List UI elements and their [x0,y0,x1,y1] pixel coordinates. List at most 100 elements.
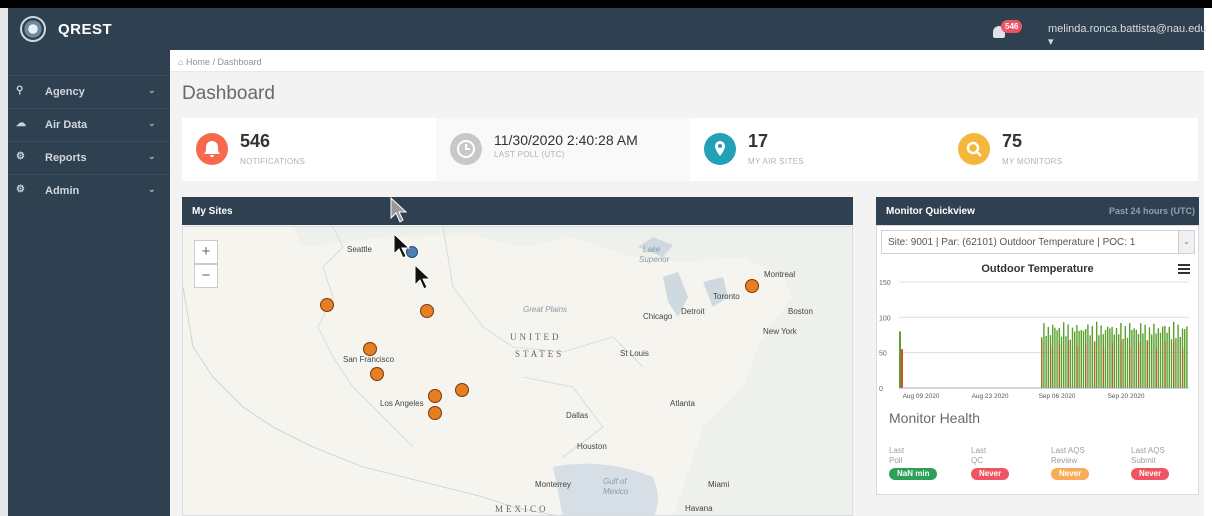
chart-bar [1112,342,1113,388]
map-label-atlanta: Atlanta [670,399,695,408]
notification-badge: 546 [1001,20,1023,33]
sidebar-item-air-data[interactable]: ☁ Air Data ⌄ [8,108,170,141]
sidebar-item-agency[interactable]: ⚲ Agency ⌄ [8,75,170,108]
chart-bar [1177,324,1179,388]
chart-bar [1133,328,1135,388]
health-label-line: QC [971,456,983,465]
chart-bar [1080,330,1082,388]
sidebar-item-admin[interactable]: ⚙ Admin ⌄ [8,174,170,207]
site-marker[interactable] [428,389,442,403]
notifications-button[interactable]: 546 [993,20,1023,42]
site-marker[interactable] [370,367,384,381]
stat-value: 17 [748,131,769,151]
sidebar-item-reports[interactable]: ⚙ Reports ⌄ [8,141,170,174]
chart-bar [901,349,903,388]
chart-bar [1131,329,1133,388]
bell-icon [196,133,228,165]
chart-bar [1113,334,1115,388]
chart-bar [1173,341,1175,388]
chart-bar [1104,329,1107,388]
map-label-dallas: Dallas [566,411,589,420]
chart-bar [1120,341,1122,388]
chevron-down-icon: ⌄ [148,184,156,194]
chart-bar [1074,331,1076,388]
map-label-united: UNITED [510,332,562,342]
chart-bar [1052,324,1054,388]
chart-bar [1103,346,1105,388]
chart-bar [1157,328,1159,388]
chart-bar [1115,328,1118,388]
map-label-detroit: Detroit [681,307,705,316]
breadcrumb-home-link[interactable]: Home [186,57,210,67]
chart-bar [1043,323,1045,388]
stat-card-last-poll[interactable]: 11/30/2020 2:40:28 AM LAST POLL (UTC) [436,118,690,181]
chart-bar [1175,338,1177,388]
stat-label: NOTIFICATIONS [240,157,306,166]
chart-bar [1168,326,1170,388]
stat-card-monitors[interactable]: 75 MY MONITORS [944,118,1198,181]
search-icon [958,133,990,165]
mouse-cursor-icon [390,196,408,223]
health-title: Monitor Health [889,410,981,426]
chart-bar [1091,326,1093,388]
zoom-in-button[interactable]: + [194,240,218,264]
stat-label: MY AIR SITES [748,157,804,166]
monitor-select-value: Site: 9001 | Par: (62101) Outdoor Temper… [888,237,1136,248]
chart-bar [1166,332,1168,388]
sites-map[interactable]: + − Seattle Lake Superior Montreal Toron… [182,226,853,516]
breadcrumb: ⌂ Home / Dashboard [170,50,1204,72]
health-label-line: Last [889,446,905,455]
stat-card-air-sites[interactable]: 17 MY AIR SITES [690,118,944,181]
x-tick-label: Aug 09 2020 [903,393,940,400]
chart-bar [1087,324,1089,388]
site-marker[interactable] [745,279,759,293]
chart-bar [1076,345,1078,388]
brand[interactable]: QREST [20,16,112,42]
map-basemap [183,227,852,515]
monitor-select[interactable]: Site: 9001 | Par: (62101) Outdoor Temper… [881,230,1195,254]
map-label-great-plains: Great Plains [523,305,568,314]
site-marker[interactable] [363,342,377,356]
window-left-edge [0,8,8,516]
chart-bar [1098,335,1100,388]
chart-bar [1050,345,1052,388]
y-tick-label: 150 [879,280,891,287]
status-badge: Never [971,468,1010,480]
map-label-new-york: New York [763,327,797,336]
health-items: Last Poll NaN min Last QC Never Last AQS… [889,446,1189,486]
top-navbar: QREST 546 melinda.ronca.battista@nau.edu… [8,8,1207,50]
status-badge: Never [1051,468,1090,480]
chart-bar [1140,323,1142,388]
chart-menu-icon[interactable] [1178,264,1190,274]
reports-icon: ⚙ [16,151,25,162]
clock-icon [450,133,482,165]
site-marker[interactable] [320,298,334,312]
chart-bar [1129,347,1131,388]
cogs-icon: ⚙ [16,184,25,195]
map-label-houston: Houston [577,442,607,451]
breadcrumb-separator: / [212,57,215,67]
chart-bar [1109,328,1111,388]
sidebar-item-label: Reports [45,152,87,164]
chart-bar [1156,348,1157,388]
chart-bar [1179,336,1181,388]
chart-bar [1182,348,1184,388]
stat-value: 75 [1002,131,1023,151]
site-marker[interactable] [420,304,434,318]
page-title: Dashboard [182,83,275,104]
chart-bar [1065,336,1067,388]
zoom-out-button[interactable]: − [194,264,218,288]
sidebar: ⚲ Agency ⌄ ☁ Air Data ⌄ ⚙ Reports ⌄ ⚙ Ad… [8,50,170,516]
map-label-chicago: Chicago [643,312,673,321]
health-label-line: Last AQS [1131,446,1165,455]
y-tick-label: 100 [879,315,891,322]
site-marker[interactable] [428,406,442,420]
stat-card-notifications[interactable]: 546 NOTIFICATIONS [182,118,436,181]
chart-bar [1068,340,1069,388]
chart-bar [1069,339,1071,388]
stat-value: 546 [240,131,271,151]
map-label-st-louis: St Louis [620,349,649,358]
site-marker[interactable] [455,383,469,397]
user-menu[interactable]: melinda.ronca.battista@nau.edu ▾ [1048,23,1207,48]
map-label-states: STATES [515,349,565,359]
